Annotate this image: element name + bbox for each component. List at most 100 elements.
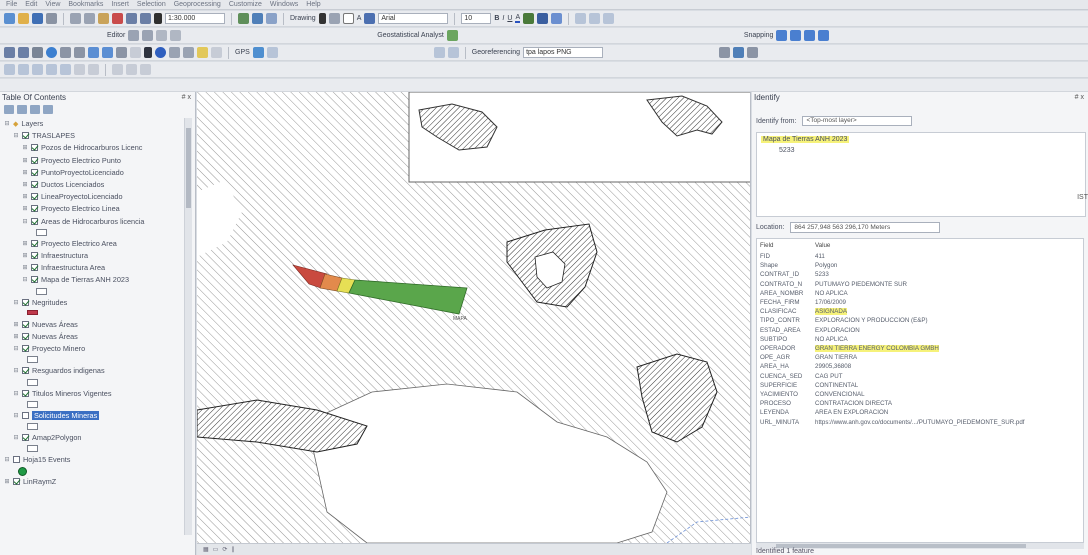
layer-name[interactable]: Areas de Hidrocarburos licencia xyxy=(41,217,144,226)
fixed-zoom-out-icon[interactable] xyxy=(74,47,85,58)
font-color-button[interactable]: A xyxy=(515,14,521,23)
layer-name[interactable]: Infraestructura Area xyxy=(41,263,105,272)
layout-pan-icon[interactable] xyxy=(126,64,137,75)
catalog-icon[interactable] xyxy=(266,13,277,24)
layer-visibility-checkbox[interactable] xyxy=(22,411,29,419)
snap-edge-icon[interactable] xyxy=(818,30,830,41)
layer-name[interactable]: Proyecto Electrico Area xyxy=(41,239,117,248)
data-view-icon[interactable]: ▦ xyxy=(203,546,209,553)
layer-visibility-checkbox[interactable] xyxy=(22,345,29,353)
italic-button[interactable]: I xyxy=(502,15,504,22)
attribute-row[interactable]: FID 411 xyxy=(757,253,1083,262)
html-popup-icon[interactable] xyxy=(211,47,222,58)
georef-layer-select[interactable]: tpa lapos PNG xyxy=(523,47,604,58)
toc-layer-row[interactable]: ⊟ Negritudes xyxy=(13,297,67,308)
attribute-row[interactable]: CONTRAT_ID 5233 xyxy=(757,271,1083,280)
new-document-icon[interactable] xyxy=(4,13,15,24)
layer-name[interactable]: Resguardos indigenas xyxy=(32,366,105,375)
list-by-selection-icon[interactable] xyxy=(43,104,53,114)
layer-visibility-checkbox[interactable] xyxy=(31,252,38,259)
layer-visibility-checkbox[interactable] xyxy=(31,156,38,164)
back-extent-icon[interactable] xyxy=(88,47,99,58)
expand-toggle-icon[interactable]: ⊟ xyxy=(13,345,19,352)
delete-icon[interactable] xyxy=(112,13,123,24)
layout-icon[interactable] xyxy=(575,13,587,24)
layer-visibility-checkbox[interactable] xyxy=(22,367,29,375)
geostatistical-analyst-menu[interactable]: Geostatistical Analyst xyxy=(377,32,444,39)
layout-zoom-icon[interactable] xyxy=(112,64,123,75)
map-scale-select[interactable]: 1:30.000 xyxy=(165,13,225,24)
layout-view-icon[interactable]: ▭ xyxy=(213,546,219,553)
menu-edit[interactable]: Edit xyxy=(25,1,37,8)
gps-menu[interactable]: GPS xyxy=(235,49,250,56)
fill-color-icon[interactable] xyxy=(523,13,535,24)
snapping-menu[interactable]: Snapping xyxy=(744,32,774,39)
toc-layer-row[interactable]: ⊞ Ductos Licenciados xyxy=(22,179,104,190)
text-tool-a[interactable]: A xyxy=(357,15,362,22)
toc-layer-row[interactable]: ⊟ Proyecto Minero xyxy=(13,343,85,354)
layer-visibility-checkbox[interactable] xyxy=(13,478,20,486)
cut-icon[interactable] xyxy=(70,13,81,24)
layer-visibility-checkbox[interactable] xyxy=(22,333,29,340)
layer-name[interactable]: LinRaymZ xyxy=(23,477,56,486)
font-name-select[interactable]: Arial xyxy=(378,13,449,24)
layer-visibility-checkbox[interactable] xyxy=(31,181,38,188)
attribute-row[interactable]: ESTAD_AREA EXPLORACION xyxy=(757,327,1083,336)
split-tool-icon[interactable] xyxy=(156,30,168,41)
expand-toggle-icon[interactable]: ⊞ xyxy=(22,181,28,188)
editor-toolbar-icon[interactable] xyxy=(238,13,249,24)
menu-customize[interactable]: Customize xyxy=(229,1,262,8)
expand-toggle-icon[interactable]: ⊞ xyxy=(13,321,19,328)
identify-icon[interactable] xyxy=(155,47,166,58)
expand-toggle-icon[interactable]: ⊟ xyxy=(13,132,19,139)
menu-help[interactable]: Help xyxy=(306,1,320,8)
editor-menu[interactable]: Editor xyxy=(107,32,125,39)
list-by-drawing-order-icon[interactable] xyxy=(4,104,14,114)
value-column-header[interactable]: Value xyxy=(815,242,830,249)
layer-name[interactable]: Proyecto Minero xyxy=(32,344,85,353)
select-elements-icon[interactable] xyxy=(144,47,152,58)
attribute-row[interactable]: PROCESO CONTRATACION DIRECTA xyxy=(757,400,1083,409)
toc-layer-row[interactable]: ⊞ Proyecto Electrico Area xyxy=(22,238,117,249)
drawing-label[interactable]: Drawing xyxy=(290,15,316,22)
reshape-feature-icon[interactable] xyxy=(18,64,29,75)
layer-visibility-checkbox[interactable] xyxy=(31,217,38,225)
full-extent-icon[interactable] xyxy=(46,47,57,58)
rectify-icon[interactable] xyxy=(747,47,759,58)
attribute-row[interactable]: Shape Polygon xyxy=(757,262,1083,271)
expand-toggle-icon[interactable]: ⊞ xyxy=(22,169,28,176)
clear-selection-icon[interactable] xyxy=(130,47,141,58)
toc-layer-row[interactable]: ⊞ Pozos de Hidrocarburos Licenc xyxy=(22,142,142,153)
toggle-icon[interactable] xyxy=(603,13,615,24)
layer-visibility-checkbox[interactable] xyxy=(31,168,38,176)
identify-close-button[interactable]: # x xyxy=(1075,94,1088,101)
toc-layer-row[interactable]: ⊞ LineaProyectoLicenciado xyxy=(22,191,122,202)
menu-windows[interactable]: Windows xyxy=(270,1,298,8)
layer-name[interactable]: Layers xyxy=(21,119,43,128)
menu-geoprocessing[interactable]: Geoprocessing xyxy=(174,1,221,8)
expand-toggle-icon[interactable]: ⊟ xyxy=(4,456,10,463)
forward-extent-icon[interactable] xyxy=(102,47,113,58)
layer-name[interactable]: Infraestructura xyxy=(41,251,88,260)
layer-name[interactable]: PuntoProyectoLicenciado xyxy=(41,168,124,177)
menu-insert[interactable]: Insert xyxy=(111,1,129,8)
expand-toggle-icon[interactable]: ⊟ xyxy=(13,299,19,306)
layer-name[interactable]: Ductos Licenciados xyxy=(41,180,104,189)
layer-visibility-checkbox[interactable] xyxy=(22,132,29,140)
expand-toggle-icon[interactable]: ⊟ xyxy=(13,367,19,374)
toc-layer-row[interactable]: ⊞ Proyecto Electrico Linea xyxy=(22,203,119,214)
menu-bookmarks[interactable]: Bookmarks xyxy=(68,1,103,8)
layer-name[interactable]: Solicitudes Mineras xyxy=(32,410,100,420)
layer-name[interactable]: Titulos Mineros Vigentes xyxy=(32,389,112,398)
layer-visibility-checkbox[interactable] xyxy=(22,389,29,397)
undo-icon[interactable] xyxy=(126,13,137,24)
attribute-row[interactable]: SUBTIPO NO APLICA xyxy=(757,336,1083,345)
attribute-row[interactable]: AREA_NOMBR NO APLICA xyxy=(757,290,1083,299)
attribute-row[interactable]: OPERADOR GRAN TIERRA ENERGY COLOMBIA GMBH xyxy=(757,345,1083,354)
layer-visibility-checkbox[interactable] xyxy=(31,193,38,201)
select-arrow-icon[interactable] xyxy=(318,13,326,24)
toc-layer-row[interactable]: ⊞ Nuevas Áreas xyxy=(13,319,77,330)
rectangle-icon[interactable] xyxy=(342,13,354,24)
layer-name[interactable]: TRASLAPES xyxy=(32,131,75,140)
layer-visibility-checkbox[interactable] xyxy=(22,320,29,328)
